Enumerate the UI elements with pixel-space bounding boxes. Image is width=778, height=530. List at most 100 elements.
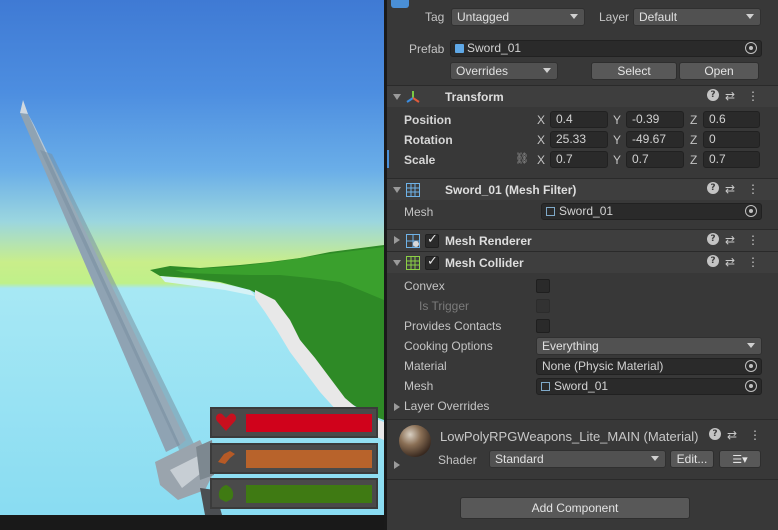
- object-picker-icon[interactable]: [745, 205, 757, 217]
- component-header-icons: ? ⇄ ⋮: [705, 182, 765, 198]
- object-picker-icon[interactable]: [745, 380, 757, 392]
- object-picker-icon[interactable]: [745, 42, 757, 54]
- help-icon[interactable]: ?: [707, 182, 719, 194]
- cooking-options-label: Cooking Options: [404, 339, 493, 353]
- help-icon[interactable]: ?: [707, 233, 719, 245]
- provides-contacts-checkbox[interactable]: [536, 319, 550, 333]
- context-menu-icon[interactable]: ⋮: [749, 428, 761, 442]
- chevron-down-icon: [651, 456, 659, 461]
- rotation-axis-y-label[interactable]: Y: [613, 133, 621, 147]
- scale-axis-x-label[interactable]: X: [537, 153, 545, 167]
- position-axis-y-label[interactable]: Y: [613, 113, 621, 127]
- select-button[interactable]: Select: [591, 62, 677, 80]
- help-icon[interactable]: ?: [707, 89, 719, 101]
- mesh-collider-enabled-checkbox[interactable]: [425, 254, 439, 270]
- presets-icon[interactable]: ⇄: [727, 428, 737, 442]
- material-value: None (Physic Material): [542, 359, 664, 373]
- chevron-down-icon: [570, 14, 578, 19]
- mana-bar: [210, 478, 378, 509]
- rotation-z-field[interactable]: 0: [703, 131, 760, 148]
- component-header-icons: ? ⇄ ⋮: [705, 233, 765, 249]
- mesh-filter-header[interactable]: Sword_01 (Mesh Filter) ? ⇄ ⋮: [387, 178, 778, 200]
- help-icon[interactable]: ?: [707, 255, 719, 267]
- leaf-icon: [215, 483, 241, 504]
- position-axis-z-label[interactable]: Z: [690, 113, 697, 127]
- chevron-down-icon: [746, 14, 754, 19]
- overrides-dropdown[interactable]: Overrides: [450, 62, 558, 80]
- mesh-renderer-enabled-checkbox[interactable]: [425, 232, 439, 248]
- rotation-label: Rotation: [404, 133, 453, 147]
- open-button[interactable]: Open: [679, 62, 759, 80]
- tag-dropdown[interactable]: Untagged: [451, 8, 585, 26]
- material-foldout-icon[interactable]: [394, 461, 400, 469]
- mesh-filter-mesh-value: Sword_01: [559, 204, 614, 218]
- list-icon: ☰▾: [732, 453, 748, 466]
- material-label: Material: [404, 359, 447, 373]
- foldout-arrow-icon[interactable]: [393, 94, 401, 100]
- chevron-down-icon: [543, 68, 551, 73]
- rotation-axis-x-label[interactable]: X: [537, 133, 545, 147]
- layer-overrides-foldout-icon[interactable]: [394, 403, 400, 411]
- foldout-arrow-icon[interactable]: [393, 260, 401, 266]
- divider: [387, 479, 778, 480]
- material-header-icons: ? ⇄ ⋮: [707, 428, 767, 444]
- transform-header[interactable]: Transform ? ⇄ ⋮: [387, 85, 778, 107]
- edit-shader-button[interactable]: Edit...: [670, 450, 714, 468]
- position-y-field[interactable]: -0.39: [626, 111, 684, 128]
- game-view[interactable]: [0, 0, 384, 515]
- position-z-field[interactable]: 0.6: [703, 111, 760, 128]
- rotation-y-field[interactable]: -49.67: [626, 131, 684, 148]
- rotation-axis-z-label[interactable]: Z: [690, 133, 697, 147]
- stamina-bar: [210, 443, 378, 474]
- presets-icon[interactable]: ⇄: [725, 233, 735, 247]
- context-menu-icon[interactable]: ⋮: [747, 182, 759, 196]
- scale-y-field[interactable]: 0.7: [626, 151, 684, 168]
- game-view-footer: [0, 515, 384, 530]
- position-x-field[interactable]: 0.4: [550, 111, 608, 128]
- collider-mesh-value: Sword_01: [554, 379, 609, 393]
- inspector-panel: Tag Untagged Layer Default Prefab Sword_…: [387, 0, 778, 530]
- context-menu-icon[interactable]: ⋮: [747, 233, 759, 247]
- convex-checkbox[interactable]: [536, 279, 550, 293]
- stamina-fill: [246, 450, 372, 468]
- scale-axis-y-label[interactable]: Y: [613, 153, 621, 167]
- cooking-options-value: Everything: [542, 339, 599, 353]
- mesh-renderer-header[interactable]: Mesh Renderer ? ⇄ ⋮: [387, 229, 778, 251]
- help-icon[interactable]: ?: [709, 428, 721, 440]
- rotation-x-field[interactable]: 25.33: [550, 131, 608, 148]
- shader-options-button[interactable]: ☰▾: [719, 450, 761, 468]
- tag-label: Tag: [425, 10, 445, 24]
- presets-icon[interactable]: ⇄: [725, 255, 735, 269]
- layer-dropdown[interactable]: Default: [633, 8, 761, 26]
- scale-z-field[interactable]: 0.7: [703, 151, 760, 168]
- constrain-proportions-icon[interactable]: ⛓: [515, 152, 529, 165]
- context-menu-icon[interactable]: ⋮: [747, 255, 759, 269]
- presets-icon[interactable]: ⇄: [725, 182, 735, 196]
- transform-icon: [406, 91, 420, 103]
- foldout-arrow-icon[interactable]: [393, 187, 401, 193]
- mesh-filter-mesh-field[interactable]: Sword_01: [541, 203, 762, 220]
- is-trigger-label: Is Trigger: [419, 299, 470, 313]
- collider-mesh-field[interactable]: Sword_01: [536, 378, 762, 395]
- foldout-arrow-icon[interactable]: [394, 236, 400, 244]
- mesh-renderer-title: Mesh Renderer: [445, 234, 532, 248]
- position-axis-x-label[interactable]: X: [537, 113, 545, 127]
- add-component-button[interactable]: Add Component: [460, 497, 690, 519]
- scale-x-field[interactable]: 0.7: [550, 151, 608, 168]
- mesh-filter-title: Sword_01 (Mesh Filter): [445, 183, 577, 197]
- is-trigger-checkbox: [536, 299, 550, 313]
- shader-value: Standard: [495, 452, 544, 466]
- material-field[interactable]: None (Physic Material): [536, 358, 762, 375]
- layer-overrides-label[interactable]: Layer Overrides: [404, 399, 489, 413]
- object-picker-icon[interactable]: [745, 360, 757, 372]
- presets-icon[interactable]: ⇄: [725, 89, 735, 103]
- prefab-icon: [455, 44, 464, 53]
- boot-icon: [215, 448, 241, 469]
- shader-dropdown[interactable]: Standard: [489, 450, 666, 468]
- tag-value: Untagged: [457, 10, 510, 24]
- cooking-options-dropdown[interactable]: Everything: [536, 337, 762, 355]
- mesh-collider-header[interactable]: Mesh Collider ? ⇄ ⋮: [387, 251, 778, 273]
- context-menu-icon[interactable]: ⋮: [747, 89, 759, 103]
- scale-axis-z-label[interactable]: Z: [690, 153, 697, 167]
- prefab-field[interactable]: Sword_01: [450, 40, 762, 57]
